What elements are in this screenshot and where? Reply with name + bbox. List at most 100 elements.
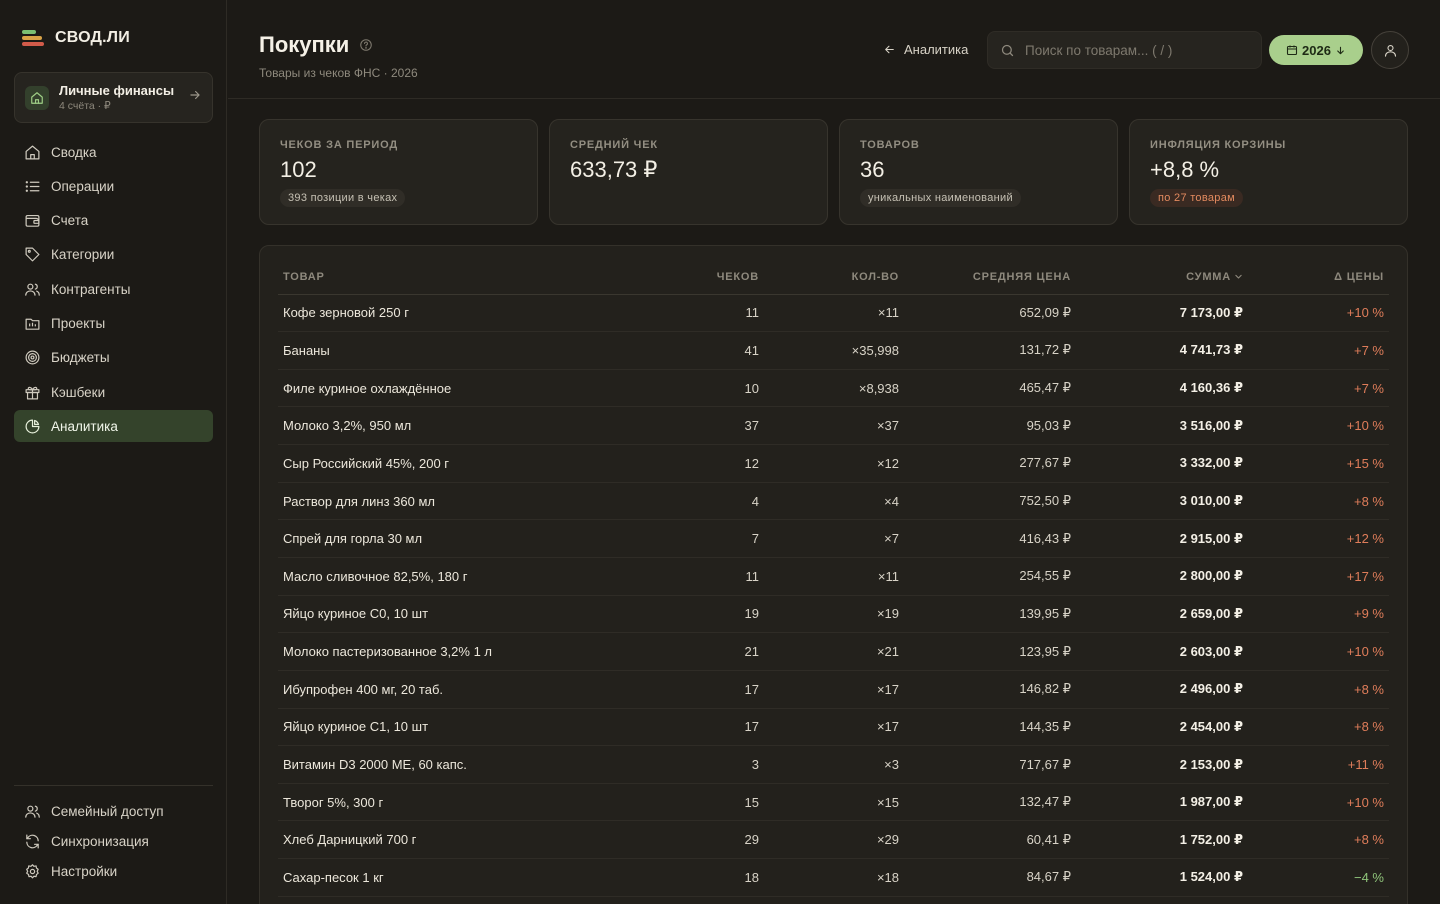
column-header-sum[interactable]: СУММА	[1076, 260, 1248, 295]
cell-sum: 1 524,00 ₽	[1076, 858, 1248, 897]
page-header: Покупки Товары из чеков ФНС · 2026 Анали…	[228, 0, 1440, 99]
column-header-product[interactable]: ТОВАР	[278, 260, 658, 295]
search-input[interactable]	[1025, 42, 1245, 58]
sidebar-divider	[14, 785, 213, 786]
cell-average-price: 132,47 ₽	[904, 783, 1076, 822]
cell-product-name: Творог 5%, 300 г	[278, 783, 658, 822]
table-row[interactable]: Филе куриное охлаждённое 10 ×8,938 465,47 ₽…	[278, 369, 1389, 408]
nav-label: Бюджеты	[51, 350, 110, 366]
cell-sum: 4 741,73 ₽	[1076, 331, 1248, 370]
purchases-table-card: ТОВАР ЧЕКОВ КОЛ-ВО СРЕДНЯЯ ЦЕНА СУММА Δ …	[259, 245, 1408, 904]
cell-price-delta: +12 %	[1248, 519, 1389, 558]
account-switcher[interactable]: Личные финансы 4 счёта · ₽	[14, 72, 213, 123]
table-row[interactable]: Сыр Российский 45%, 200 г 12 ×12 277,67 ₽3 …	[278, 444, 1389, 483]
cell-checks: 3	[658, 745, 764, 784]
table-row[interactable]: Кофе зерновой 250 г 11 ×11 652,09 ₽7 173,00…	[278, 294, 1389, 333]
nav-item-family-access[interactable]: Семейный доступ	[14, 797, 213, 825]
search-box[interactable]	[987, 31, 1262, 69]
cell-quantity: ×11	[764, 294, 904, 333]
cell-quantity: ×11	[764, 557, 904, 596]
column-header-quantity[interactable]: КОЛ-ВО	[764, 260, 904, 295]
cell-product-name: Ибупрофен 400 мг, 20 таб.	[278, 670, 658, 709]
nav-item-budgets[interactable]: Бюджеты	[14, 342, 213, 374]
nav-item-settings[interactable]: Настройки	[14, 858, 213, 886]
cell-quantity: ×12	[764, 444, 904, 483]
column-header-average-price[interactable]: СРЕДНЯЯ ЦЕНА	[904, 260, 1076, 295]
app-logo[interactable]: СВОД.ЛИ	[22, 28, 130, 48]
nav-item-sync[interactable]: Синхронизация	[14, 827, 213, 855]
cell-checks: 37	[658, 406, 764, 446]
nav-item-counterparties[interactable]: Контрагенты	[14, 273, 213, 305]
nav-item-categories[interactable]: Категории	[14, 239, 213, 271]
cell-price-delta: +17 %	[1248, 557, 1389, 596]
cell-product-name: Кофе зерновой 250 г	[278, 294, 658, 333]
page-title: Покупки	[259, 32, 373, 58]
column-header-sum-label: СУММА	[1186, 270, 1231, 283]
nav-item-analytics[interactable]: Аналитика	[14, 410, 213, 443]
nav-item-summary[interactable]: Сводка	[14, 136, 213, 168]
cell-quantity: ×4	[764, 482, 904, 521]
cell-checks: 4	[658, 482, 764, 521]
secondary-nav: Семейный доступ Синхронизация Настройки	[14, 797, 213, 888]
year-selector-button[interactable]: 2026	[1269, 35, 1363, 65]
column-header-price-delta[interactable]: Δ ЦЕНЫ	[1248, 260, 1389, 295]
stat-card-average-check: СРЕДНИЙ ЧЕК 633,73 ₽	[549, 119, 828, 225]
cell-sum: 4 160,36 ₽	[1076, 369, 1248, 408]
cell-product-name: Молоко пастеризованное 3,2% 1 л	[278, 632, 658, 671]
cell-quantity: ×29	[764, 820, 904, 860]
nav-label: Аналитика	[51, 418, 118, 434]
stat-badge: уникальных наименований	[860, 189, 1021, 207]
cell-checks: 11	[658, 294, 764, 333]
table-row[interactable]: Сахар-песок 1 кг 18 ×18 84,67 ₽1 524,00 ₽ −4…	[278, 858, 1389, 897]
table-row[interactable]: Яйцо куриное С1, 10 шт 17 ×17 144,35 ₽2 454…	[278, 708, 1389, 747]
table-row[interactable]: Молоко пастеризованное 3,2% 1 л 21 ×21 123,…	[278, 632, 1389, 671]
nav-item-cashback[interactable]: Кэшбеки	[14, 376, 213, 408]
folder-icon	[25, 318, 40, 330]
arrow-left-icon	[885, 45, 894, 54]
arrow-right-icon	[188, 88, 202, 107]
cell-checks: 19	[658, 595, 764, 634]
cell-sum: 2 800,00 ₽	[1076, 557, 1248, 596]
cell-product-name: Яйцо куриное С0, 10 шт	[278, 595, 658, 634]
cell-product-name: Хлеб Дарницкий 700 г	[278, 820, 658, 860]
table-row[interactable]: Раствор для линз 360 мл 4 ×4 752,50 ₽3 010,…	[278, 482, 1389, 521]
back-to-analytics-link[interactable]: Аналитика	[883, 42, 968, 57]
help-icon[interactable]	[359, 32, 373, 58]
app-name: СВОД.ЛИ	[55, 29, 130, 46]
nav-label: Синхронизация	[51, 833, 149, 849]
cell-checks: 7	[658, 519, 764, 558]
cell-price-delta: +11 %	[1248, 745, 1389, 784]
stat-card-basket-inflation: ИНФЛЯЦИЯ КОРЗИНЫ +8,8 % по 27 товарам	[1129, 119, 1408, 225]
cell-average-price: 146,82 ₽	[904, 670, 1076, 709]
cell-sum: 2 153,00 ₽	[1076, 745, 1248, 784]
cell-checks: 17	[658, 670, 764, 709]
column-header-checks[interactable]: ЧЕКОВ	[658, 260, 764, 295]
table-row[interactable]: Ибупрофен 400 мг, 20 таб. 17 ×17 146,82 ₽2 …	[278, 670, 1389, 709]
table-row[interactable]: Витамин D3 2000 МЕ, 60 капс. 3 ×3 717,67 ₽2…	[278, 745, 1389, 784]
table-row[interactable]: Хлеб Дарницкий 700 г 29 ×29 60,41 ₽1 752,00…	[278, 820, 1389, 860]
table-row[interactable]: Спрей для горла 30 мл 7 ×7 416,43 ₽2 915,00…	[278, 519, 1389, 558]
users-icon	[25, 283, 40, 296]
cell-sum: 1 752,00 ₽	[1076, 820, 1248, 860]
back-link-label: Аналитика	[904, 42, 969, 57]
table-row[interactable]: Масло сливочное 82,5%, 180 г 11 ×11 254,55 …	[278, 557, 1389, 596]
nav-item-projects[interactable]: Проекты	[14, 307, 213, 339]
cell-checks: 41	[658, 331, 764, 370]
table-row[interactable]: Бананы 41 ×35,998 131,72 ₽4 741,73 ₽ +7 %	[278, 331, 1389, 370]
table-header-row: ТОВАР ЧЕКОВ КОЛ-ВО СРЕДНЯЯ ЦЕНА СУММА Δ …	[278, 260, 1389, 295]
nav-item-operations[interactable]: Операции	[14, 170, 213, 202]
gear-icon	[26, 864, 39, 879]
nav-label: Счета	[51, 213, 89, 229]
table-row[interactable]: Молоко 3,2%, 950 мл 37 ×37 95,03 ₽3 516,00 …	[278, 406, 1389, 446]
nav-item-accounts[interactable]: Счета	[14, 205, 213, 237]
cell-sum: 2 603,00 ₽	[1076, 632, 1248, 671]
cell-price-delta: +7 %	[1248, 369, 1389, 408]
search-icon	[1001, 44, 1014, 56]
user-avatar-button[interactable]	[1371, 31, 1409, 69]
table-row[interactable]: Творог 5%, 300 г 15 ×15 132,47 ₽1 987,00 ₽ +…	[278, 783, 1389, 822]
table-row[interactable]: Яйцо куриное С0, 10 шт 19 ×19 139,95 ₽2 659…	[278, 595, 1389, 634]
account-sub: 4 счёта · ₽	[59, 100, 111, 112]
cell-average-price: 717,67 ₽	[904, 745, 1076, 784]
home-icon	[25, 85, 49, 110]
cell-price-delta: −4 %	[1248, 858, 1389, 897]
